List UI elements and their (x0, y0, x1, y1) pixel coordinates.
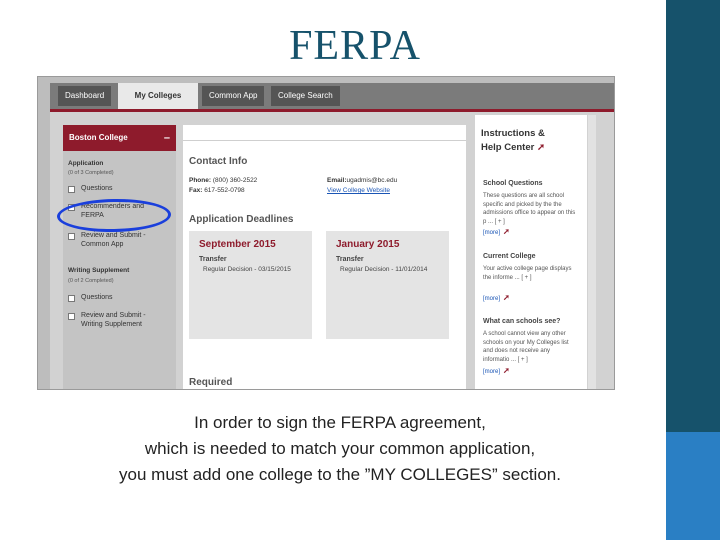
help-panel: Instructions & Help Center ➚ School Ques… (475, 115, 587, 389)
college-name: Boston College (69, 133, 128, 142)
tab-dashboard[interactable]: Dashboard (58, 86, 112, 106)
college-details: Contact Info Phone: (800) 360-2522 Fax: … (183, 125, 466, 389)
email-block: Email:ugadmis@bc.edu View College Websit… (327, 177, 398, 194)
scrollbar[interactable] (588, 115, 596, 389)
help-section-heading: What can schools see? (483, 318, 561, 325)
arrow-icon: ➚ (503, 366, 510, 375)
screenshot: Dashboard My Colleges Common App College… (37, 76, 615, 390)
checkbox-icon[interactable] (68, 186, 75, 193)
more-link[interactable]: [more] ➚ (483, 227, 510, 236)
arrow-icon: ➚ (503, 293, 510, 302)
website-link[interactable]: View College Website (327, 187, 390, 194)
sidebar-item-questions[interactable]: Questions (68, 184, 113, 193)
phone-fax: Phone: (800) 360-2522 Fax: 617-552-0798 (189, 177, 258, 194)
more-link[interactable]: [more] ➚ (483, 366, 510, 375)
deadline-card: January 2015 Transfer Regular Decision -… (326, 231, 449, 339)
help-section-text: These questions are all school specific … (483, 193, 576, 225)
checkbox-icon[interactable] (68, 313, 75, 320)
help-section-heading: Current College (483, 253, 536, 260)
sidebar-item-review-common-app[interactable]: Review and Submit - Common App (68, 231, 166, 249)
help-section-heading: School Questions (483, 180, 543, 187)
slide-title: FERPA (289, 23, 421, 69)
help-section-text: Your active college page displays the in… (483, 266, 572, 281)
section-heading: Application (68, 160, 104, 167)
tab-college-search[interactable]: College Search (271, 86, 340, 106)
section-progress: (0 of 2 Completed) (68, 278, 114, 284)
help-section-text: A school cannot view any other schools o… (483, 331, 569, 363)
arrow-icon: ➚ (536, 142, 545, 153)
top-nav: Dashboard My Colleges Common App College… (50, 83, 614, 113)
sidebar-item-review-writing-supplement[interactable]: Review and Submit - Writing Supplement (68, 311, 166, 329)
deadlines-heading: Application Deadlines (189, 214, 294, 225)
email-value[interactable]: ugadmis@bc.edu (347, 177, 398, 184)
collapse-icon[interactable]: – (164, 125, 170, 151)
college-header[interactable]: Boston College – (63, 125, 176, 151)
deadline-card: September 2015 Transfer Regular Decision… (189, 231, 312, 339)
contact-heading: Contact Info (189, 156, 248, 167)
arrow-icon: ➚ (503, 227, 510, 236)
more-link[interactable]: [more] ➚ (483, 293, 510, 302)
college-sidebar: Boston College – Application (0 of 3 Com… (63, 125, 176, 389)
checkbox-icon[interactable] (68, 233, 75, 240)
sidebar-item-questions[interactable]: Questions (68, 293, 113, 302)
slide-caption: In order to sign the FERPA agreement, wh… (119, 413, 561, 484)
section-heading: Writing Supplement (68, 267, 130, 274)
required-heading: Required (189, 377, 233, 388)
divider (183, 140, 466, 141)
checkbox-icon[interactable] (68, 295, 75, 302)
tab-common-app[interactable]: Common App (202, 86, 265, 106)
section-progress: (0 of 3 Completed) (68, 170, 114, 176)
decorative-side-bar-accent (666, 432, 720, 540)
help-title[interactable]: Instructions & Help Center ➚ (481, 127, 545, 155)
